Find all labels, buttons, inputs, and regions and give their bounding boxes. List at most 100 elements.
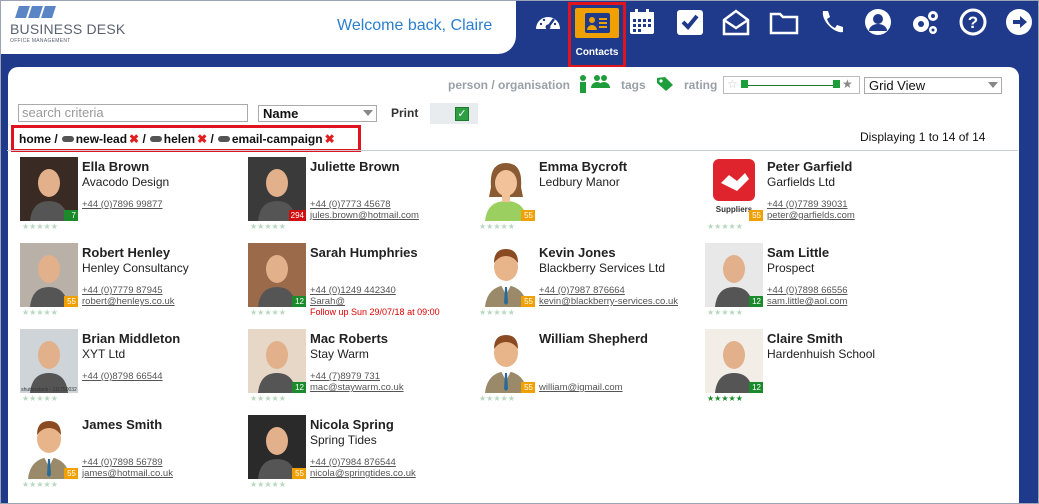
contact-phone[interactable]: +44 (7)8979 731 [310, 371, 380, 382]
contact-card[interactable]: 12 ★★★★★ Sam Little Prospect +44 (0)7898 665… [705, 243, 933, 329]
contact-card[interactable]: 12 ★★★★★ Sarah Humphries +44 (0)1249 442340… [248, 243, 476, 329]
rating-slider-min-handle[interactable] [741, 80, 748, 88]
contact-phone[interactable]: +44 (0)7987 876664 [539, 285, 625, 296]
sort-select[interactable]: Name [258, 105, 377, 122]
remove-tag-icon[interactable]: ✖ [129, 132, 139, 146]
rating-stars[interactable]: ★★★★★ [250, 395, 286, 403]
tasks-icon[interactable] [675, 7, 705, 37]
contact-phone[interactable]: +44 (0)7898 56789 [82, 457, 163, 468]
rating-stars[interactable]: ★★★★★ [707, 309, 743, 317]
people-icon[interactable] [578, 74, 610, 94]
calendar-icon[interactable] [627, 7, 657, 37]
contact-phone[interactable]: +44 (0)7898 66556 [767, 285, 848, 296]
contact-photo[interactable]: 12 [705, 329, 763, 393]
rating-stars[interactable]: ★★★★★ [22, 223, 58, 231]
rating-stars[interactable]: ★★★★★ [22, 395, 58, 403]
contact-email[interactable]: kevin@blackberry-services.co.uk [539, 296, 678, 307]
user-icon[interactable] [863, 7, 893, 37]
rating-stars[interactable]: ★★★★★ [250, 481, 286, 489]
contact-phone[interactable]: +44 (0)7773 45678 [310, 199, 391, 210]
contact-card[interactable]: 55 ★★★★★ William Shepherd william@igmail.co… [477, 329, 705, 415]
contact-email[interactable]: sam.little@aol.com [767, 296, 847, 307]
contact-email[interactable]: jules.brown@hotmail.com [310, 210, 419, 221]
settings-icon[interactable] [910, 7, 940, 37]
view-select[interactable]: Grid View [864, 77, 1002, 94]
remove-tag-icon[interactable]: ✖ [197, 132, 207, 146]
rating-slider[interactable]: ☆ ★ [723, 76, 860, 94]
contact-email[interactable]: peter@garfields.com [767, 210, 855, 221]
help-icon[interactable]: ? [958, 7, 988, 37]
score-badge: 12 [292, 296, 306, 307]
score-badge: 55 [749, 210, 763, 221]
rating-stars[interactable]: ★★★★★ [250, 223, 286, 231]
remove-tag-icon[interactable]: ✖ [325, 132, 335, 146]
star-icon: ★ [50, 308, 58, 317]
contact-phone[interactable]: +44 (0)7984 876544 [310, 457, 396, 468]
contact-email[interactable]: robert@henleys.co.uk [82, 296, 175, 307]
contact-card[interactable]: shutterstock - 111750032 ★★★★★ Brian Middl… [20, 329, 248, 415]
rating-slider-max-handle[interactable] [833, 80, 840, 88]
search-input[interactable]: search criteria [18, 104, 248, 122]
contact-card[interactable]: 55 ★★★★★ Kevin Jones Blackberry Services Lt… [477, 243, 705, 329]
contact-card[interactable]: 55 ★★★★★ Emma Bycroft Ledbury Manor [477, 157, 705, 243]
contact-card[interactable]: Suppliers 55 ★★★★★ Peter Garfield Garfields … [705, 157, 933, 243]
contact-email[interactable]: nicola@springtides.co.uk [310, 468, 416, 479]
contact-photo[interactable]: Suppliers 55 [705, 157, 763, 221]
contact-photo[interactable]: shutterstock - 111750032 [20, 329, 78, 393]
rating-stars[interactable]: ★★★★★ [479, 223, 515, 231]
contact-card[interactable]: 294 ★★★★★ Juliette Brown +44 (0)7773 45678 j… [248, 157, 476, 243]
contact-card[interactable]: 12 ★★★★★ Claire Smith Hardenhuish School [705, 329, 933, 415]
contact-card[interactable]: 55 ★★★★★ Robert Henley Henley Consultancy +4… [20, 243, 248, 329]
rating-stars[interactable]: ★★★★★ [707, 223, 743, 231]
tag-icon[interactable] [656, 76, 674, 92]
person-organisation-filter-label[interactable]: person / organisation [448, 78, 570, 92]
contact-phone[interactable]: +44 (0)8798 66544 [82, 371, 163, 382]
breadcrumb-tag-helen[interactable]: helen [164, 132, 195, 146]
rating-stars[interactable]: ★★★★★ [22, 309, 58, 317]
contact-phone[interactable]: +44 (0)7896 99877 [82, 199, 163, 210]
contact-photo[interactable]: 294 [248, 157, 306, 221]
contact-email[interactable]: james@hotmail.co.uk [82, 468, 173, 479]
rating-stars[interactable]: ★★★★★ [250, 309, 286, 317]
mail-icon[interactable] [721, 7, 751, 37]
avatar-icon[interactable]: 55 [20, 415, 78, 479]
rating-stars[interactable]: ★★★★★ [479, 309, 515, 317]
contact-name: Juliette Brown [310, 159, 400, 174]
avatar-icon[interactable]: 55 [477, 157, 535, 221]
contact-photo[interactable]: 12 [705, 243, 763, 307]
contact-photo[interactable]: 55 [248, 415, 306, 479]
avatar-icon[interactable]: 55 [477, 329, 535, 393]
contact-phone[interactable]: +44 (0)7779 87945 [82, 285, 163, 296]
contact-photo[interactable]: 12 [248, 329, 306, 393]
contact-phone[interactable]: +44 (0)7789 39031 [767, 199, 848, 210]
avatar-icon[interactable]: 55 [477, 243, 535, 307]
rating-stars[interactable]: ★★★★★ [479, 395, 515, 403]
contact-photo[interactable]: 55 [20, 243, 78, 307]
welcome-message: Welcome back, Claire [337, 17, 493, 34]
contact-photo[interactable]: 12 [248, 243, 306, 307]
contact-card[interactable]: 55 ★★★★★ Nicola Spring Spring Tides +44 (0)7… [248, 415, 476, 501]
folder-icon[interactable] [769, 7, 799, 37]
contact-photo[interactable]: 7 [20, 157, 78, 221]
breadcrumb-tag-email-campaign[interactable]: email-campaign [232, 132, 323, 146]
contact-email[interactable]: mac@staywarm.co.uk [310, 382, 404, 393]
tags-filter-label[interactable]: tags [621, 78, 646, 92]
contact-email[interactable]: william@igmail.com [539, 382, 623, 393]
rating-stars[interactable]: ★★★★★ [22, 481, 58, 489]
print-checkbox[interactable]: ✓ [455, 107, 469, 121]
contacts-nav-button[interactable]: Contacts [568, 2, 626, 68]
rating-filter-label[interactable]: rating [684, 78, 717, 92]
contact-company: Stay Warm [310, 347, 369, 361]
contact-card[interactable]: 55 ★★★★★ James Smith +44 (0)7898 56789 james… [20, 415, 248, 501]
logout-icon[interactable] [1004, 7, 1034, 37]
contact-card[interactable]: 7 ★★★★★ Ella Brown Avacodo Design +44 (0)789… [20, 157, 248, 243]
contact-phone[interactable]: +44 (0)1249 442340 [310, 285, 396, 296]
contact-card[interactable]: 12 ★★★★★ Mac Roberts Stay Warm +44 (7)8979 7… [248, 329, 476, 415]
contact-email[interactable]: Sarah@ [310, 296, 345, 307]
breadcrumb-tag-new-lead[interactable]: new-lead [76, 132, 127, 146]
dashboard-icon[interactable] [533, 7, 563, 37]
breadcrumb-home[interactable]: home [19, 132, 51, 146]
rating-stars[interactable]: ★★★★★ [707, 395, 743, 403]
phone-icon[interactable] [816, 7, 846, 37]
svg-text:shutterstock - 111750032: shutterstock - 111750032 [21, 387, 77, 393]
